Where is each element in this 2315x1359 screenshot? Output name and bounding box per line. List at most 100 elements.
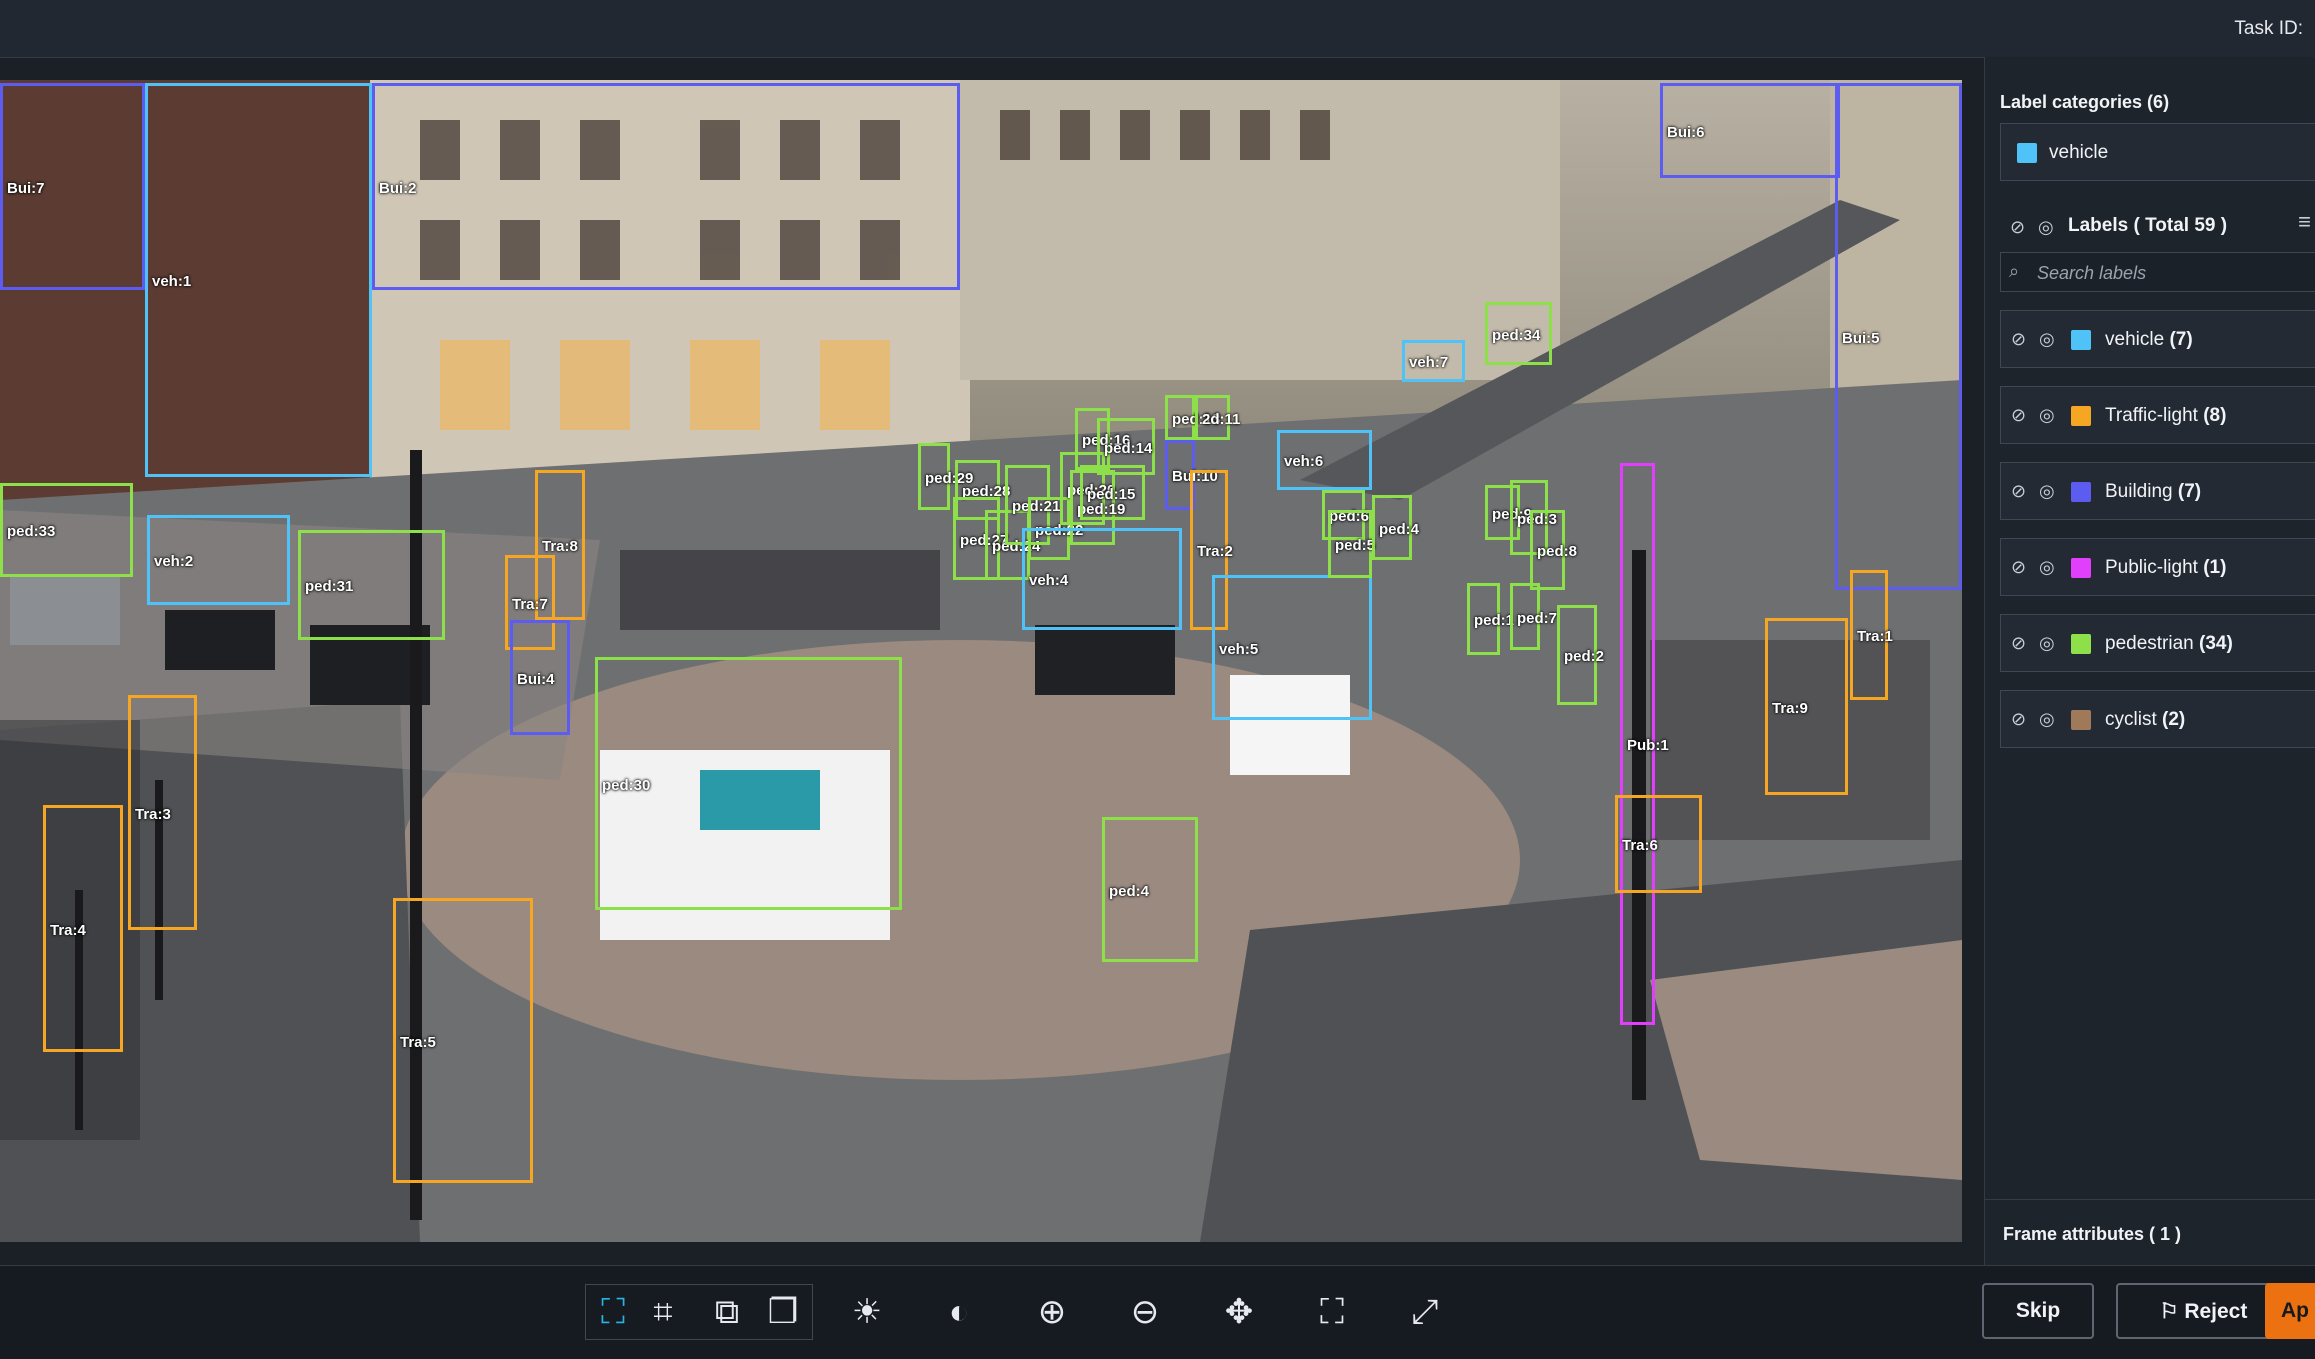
label-item-traffic-light[interactable]: ⊘ ◎ Traffic-light (8): [2000, 386, 2315, 444]
bbox-label: ped:15: [1087, 485, 1136, 503]
label-item-public-light[interactable]: ⊘ ◎ Public-light (1): [2000, 538, 2315, 596]
skip-button[interactable]: Skip: [1982, 1283, 2094, 1339]
bbox-label: Pub:1: [1627, 737, 1669, 754]
label-item-pedestrian[interactable]: ⊘ ◎ pedestrian (34): [2000, 614, 2315, 672]
bbox-veh-4[interactable]: veh:4: [1022, 528, 1182, 630]
labels-title: Labels ( Total 59 ): [2068, 215, 2228, 236]
bbox-label: ped:14: [1104, 439, 1153, 457]
label-item-cyclist[interactable]: ⊘ ◎ cyclist (2): [2000, 690, 2315, 748]
hide-all-icon[interactable]: ◎: [2038, 217, 2054, 238]
bbox-label: ped:7: [1517, 609, 1558, 627]
search-labels-input[interactable]: [2035, 259, 2315, 287]
bbox-Tra-6[interactable]: Tra:6: [1615, 795, 1702, 893]
category-name: vehicle: [2049, 142, 2109, 163]
contrast-icon[interactable]: ◐: [932, 1286, 986, 1338]
bbox-Pub-1[interactable]: Pub:1: [1620, 463, 1669, 1025]
label-item-text: Traffic-light (8): [2105, 405, 2227, 426]
bbox-ped-33[interactable]: ped:33: [0, 483, 133, 577]
visibility-icon[interactable]: ◎: [2039, 557, 2055, 578]
bbox-Bui-6[interactable]: Bui:6: [1660, 83, 1840, 178]
bbox-Bui-4[interactable]: Bui:4: [510, 620, 570, 735]
bbox-ped-8[interactable]: ped:8: [1530, 510, 1577, 590]
bbox-veh-2[interactable]: veh:2: [147, 515, 290, 605]
search-icon: ⌕: [2009, 261, 2020, 281]
bbox-ped-4[interactable]: ped:4: [1102, 817, 1198, 962]
bbox-ped-13[interactable]: ped:13: [1165, 395, 1220, 440]
lock-icon[interactable]: ⊘: [2011, 481, 2026, 502]
annotation-canvas[interactable]: veh:1 Bui:7 Bui:2 Bui:6 Bui:5 veh:7 ped:34 ped:…: [0, 80, 1962, 1242]
unlock-all-icon[interactable]: ⊘: [2010, 217, 2025, 238]
bbox-veh-1[interactable]: veh:1: [145, 83, 372, 477]
bbox-Bui-5[interactable]: Bui:5: [1835, 83, 1962, 590]
box-edit-tool-icon[interactable]: ⌗: [636, 1286, 690, 1338]
pan-icon[interactable]: ✥: [1212, 1286, 1266, 1338]
bbox-veh-7[interactable]: veh:7: [1402, 340, 1465, 382]
lock-icon[interactable]: ⊘: [2011, 709, 2026, 730]
zoom-out-icon[interactable]: ⊖: [1118, 1286, 1172, 1338]
bbox-label: ped:34: [1492, 326, 1541, 344]
bbox-ped-34[interactable]: ped:34: [1485, 302, 1552, 365]
visibility-icon[interactable]: ◎: [2039, 709, 2055, 730]
bbox-ped-1[interactable]: ped:1: [1467, 583, 1514, 655]
bbox-label: veh:2: [154, 553, 194, 570]
label-item-vehicle[interactable]: ⊘ ◎ vehicle (7): [2000, 310, 2315, 368]
bbox-Tra-3[interactable]: Tra:3: [128, 695, 197, 930]
label-color-swatch: [2071, 482, 2091, 502]
bbox-label: ped:4: [1109, 882, 1150, 900]
bbox-label: Bui:7: [7, 179, 45, 197]
bbox-Bui-2[interactable]: Bui:2: [372, 83, 960, 290]
bbox-label: veh:1: [152, 273, 192, 290]
lock-icon[interactable]: ⊘: [2011, 405, 2026, 426]
label-item-building[interactable]: ⊘ ◎ Building (7): [2000, 462, 2315, 520]
bbox-label: Bui:6: [1667, 123, 1705, 141]
bbox-Tra-4[interactable]: Tra:4: [43, 805, 123, 1052]
visibility-icon[interactable]: ◎: [2039, 633, 2055, 654]
brightness-icon[interactable]: ☀: [840, 1286, 894, 1338]
bbox-label: ped:8: [1537, 543, 1578, 560]
bbox-label: ped:30: [602, 776, 651, 794]
lock-icon[interactable]: ⊘: [2011, 329, 2026, 350]
task-id: Task ID:: [2234, 18, 2303, 39]
bbox-ped-30[interactable]: ped:30: [595, 657, 902, 910]
bbox-ped-2[interactable]: ped:2: [1557, 605, 1604, 705]
zoom-in-icon[interactable]: ⊕: [1025, 1286, 1079, 1338]
bbox-ped-14[interactable]: ped:14: [1097, 418, 1155, 475]
copy-prev-icon[interactable]: ⧉: [700, 1286, 754, 1338]
bbox-Tra-9[interactable]: Tra:9: [1765, 618, 1848, 795]
bbox-label: veh:5: [1219, 640, 1259, 658]
bbox-ped-7[interactable]: ped:7: [1510, 583, 1557, 650]
box-tool-icon[interactable]: ⛶: [586, 1286, 640, 1338]
bbox-ped-4[interactable]: ped:4: [1372, 495, 1419, 560]
bbox-veh-5[interactable]: veh:5: [1212, 575, 1372, 720]
reject-label: Reject: [2184, 1299, 2248, 1323]
bbox-label: Tra:3: [135, 805, 171, 823]
bbox-veh-6[interactable]: veh:6: [1277, 430, 1372, 490]
bbox-label: ped:4: [1379, 520, 1420, 538]
bbox-label: Tra:2: [1197, 543, 1233, 560]
frame-attributes[interactable]: Frame attributes ( 1 ): [1985, 1199, 2315, 1266]
visibility-icon[interactable]: ◎: [2039, 481, 2055, 502]
label-color-swatch: [2071, 634, 2091, 654]
fullscreen-icon[interactable]: ⤢: [1398, 1286, 1452, 1338]
bbox-ped-29[interactable]: ped:29: [918, 443, 973, 510]
sort-icon[interactable]: ≡: [2298, 209, 2311, 235]
bbox-ped-31[interactable]: ped:31: [298, 530, 445, 640]
submit-button[interactable]: Ap: [2265, 1283, 2315, 1339]
bbox-label: ped:33: [7, 523, 56, 540]
bbox-label: veh:6: [1284, 453, 1324, 470]
fit-screen-icon[interactable]: ⛶: [1305, 1286, 1359, 1338]
visibility-icon[interactable]: ◎: [2039, 329, 2055, 350]
bbox-ped-5[interactable]: ped:5: [1328, 510, 1376, 578]
reject-icon: ⚐: [2159, 1299, 2185, 1323]
bbox-Tra-5[interactable]: Tra:5: [393, 898, 533, 1183]
bbox-Bui-7[interactable]: Bui:7: [0, 83, 145, 290]
bbox-label: ped:5: [1335, 537, 1376, 554]
visibility-icon[interactable]: ◎: [2039, 405, 2055, 426]
lock-icon[interactable]: ⊘: [2011, 633, 2026, 654]
copy-all-icon[interactable]: ❐: [756, 1286, 810, 1338]
category-select[interactable]: vehicle: [2000, 123, 2315, 181]
bbox-label: 2d:11: [1202, 410, 1241, 428]
bbox-2d-11[interactable]: 2d:11: [1195, 395, 1240, 440]
lock-icon[interactable]: ⊘: [2011, 557, 2026, 578]
bbox-Tra-1[interactable]: Tra:1: [1850, 570, 1893, 700]
